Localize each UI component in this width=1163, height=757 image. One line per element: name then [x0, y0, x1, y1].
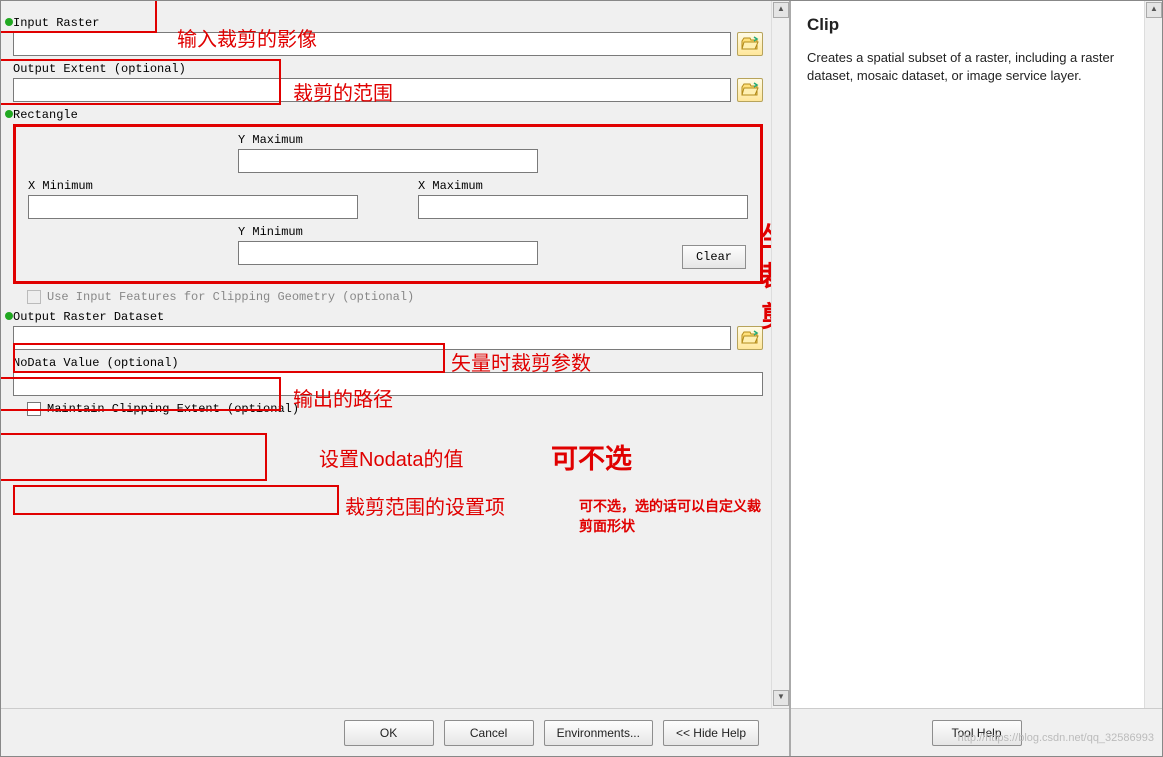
- output-raster-browse-button[interactable]: [737, 326, 763, 350]
- y-min-label: Y Minimum: [238, 225, 538, 239]
- left-scrollbar[interactable]: ▲ ▼: [771, 1, 789, 708]
- help-pane: Clip Creates a spatial subset of a raste…: [790, 1, 1162, 756]
- output-extent-field: Output Extent (optional): [13, 62, 763, 102]
- anno-text-optional-big: 可不选: [551, 437, 632, 476]
- output-extent-input[interactable]: [13, 78, 731, 102]
- y-min-input[interactable]: [238, 241, 538, 265]
- anno-text-nodata: 设置Nodata的值: [319, 443, 464, 472]
- maintain-extent-row: Maintain Clipping Extent (optional): [27, 402, 763, 416]
- rectangle-label: Rectangle: [13, 108, 763, 122]
- output-raster-input[interactable]: [13, 326, 731, 350]
- nodata-label: NoData Value (optional): [13, 356, 763, 370]
- rectangle-section: Rectangle Y Maximum X Minimum: [13, 108, 763, 284]
- help-description: Creates a spatial subset of a raster, in…: [807, 49, 1128, 85]
- use-input-features-label: Use Input Features for Clipping Geometry…: [47, 290, 414, 304]
- clear-button[interactable]: Clear: [682, 245, 746, 269]
- watermark-text: http://https://blog.csdn.net/qq_32586993: [958, 732, 1154, 744]
- output-extent-browse-button[interactable]: [737, 78, 763, 102]
- x-max-label: X Maximum: [418, 179, 748, 193]
- help-scrollbar[interactable]: ▲: [1144, 1, 1162, 708]
- nodata-input[interactable]: [13, 372, 763, 396]
- input-raster-label: Input Raster: [13, 16, 763, 30]
- input-raster-input[interactable]: [13, 32, 731, 56]
- input-raster-browse-button[interactable]: [737, 32, 763, 56]
- x-min-col: X Minimum: [28, 179, 358, 219]
- maintain-extent-label: Maintain Clipping Extent (optional): [47, 402, 299, 416]
- output-extent-label: Output Extent (optional): [13, 62, 763, 76]
- folder-open-icon: [741, 36, 759, 52]
- y-max-label: Y Maximum: [238, 133, 538, 147]
- output-raster-label: Output Raster Dataset: [13, 310, 763, 324]
- x-max-input[interactable]: [418, 195, 748, 219]
- form-area: Input Raster Output Extent (optional): [1, 1, 771, 708]
- y-min-col: Y Minimum: [238, 225, 538, 265]
- anno-text-maintain-ext: 裁剪范围的设置项: [345, 491, 505, 520]
- y-max-input[interactable]: [238, 149, 538, 173]
- input-raster-field: Input Raster: [13, 16, 763, 56]
- nodata-field: NoData Value (optional): [13, 356, 763, 396]
- y-max-col: Y Maximum: [238, 133, 538, 173]
- required-dot-icon: [5, 312, 13, 320]
- app-window: Input Raster Output Extent (optional): [0, 0, 1163, 757]
- folder-open-icon: [741, 82, 759, 98]
- anno-box-nodata: [1, 433, 267, 481]
- use-input-features-checkbox[interactable]: [27, 290, 41, 304]
- scroll-up-icon[interactable]: ▲: [773, 2, 789, 18]
- scroll-up-icon[interactable]: ▲: [1146, 2, 1162, 18]
- required-dot-icon: [5, 110, 13, 118]
- x-min-input[interactable]: [28, 195, 358, 219]
- x-max-col: X Maximum: [418, 179, 748, 219]
- maintain-extent-checkbox[interactable]: [27, 402, 41, 416]
- help-title: Clip: [807, 15, 1128, 35]
- anno-box-maintain-ext: [13, 485, 339, 515]
- ok-button[interactable]: OK: [344, 720, 434, 746]
- required-dot-icon: [5, 18, 13, 26]
- help-content: Clip Creates a spatial subset of a raste…: [791, 1, 1144, 708]
- folder-open-icon: [741, 330, 759, 346]
- x-min-label: X Minimum: [28, 179, 358, 193]
- anno-text-maintain-ext-note: 可不选，选的话可以自定义裁剪面形状: [579, 496, 771, 536]
- left-pane: Input Raster Output Extent (optional): [1, 1, 790, 756]
- hide-help-button[interactable]: << Hide Help: [663, 720, 759, 746]
- cancel-button[interactable]: Cancel: [444, 720, 534, 746]
- use-input-features-row: Use Input Features for Clipping Geometry…: [27, 290, 763, 304]
- output-raster-field: Output Raster Dataset: [13, 310, 763, 350]
- left-button-bar: OK Cancel Environments... << Hide Help: [1, 708, 789, 756]
- scroll-down-icon[interactable]: ▼: [773, 690, 789, 706]
- rectangle-box: Y Maximum X Minimum X Maximum: [13, 124, 763, 284]
- help-button-bar: Tool Help http://https://blog.csdn.net/q…: [791, 708, 1162, 756]
- environments-button[interactable]: Environments...: [544, 720, 653, 746]
